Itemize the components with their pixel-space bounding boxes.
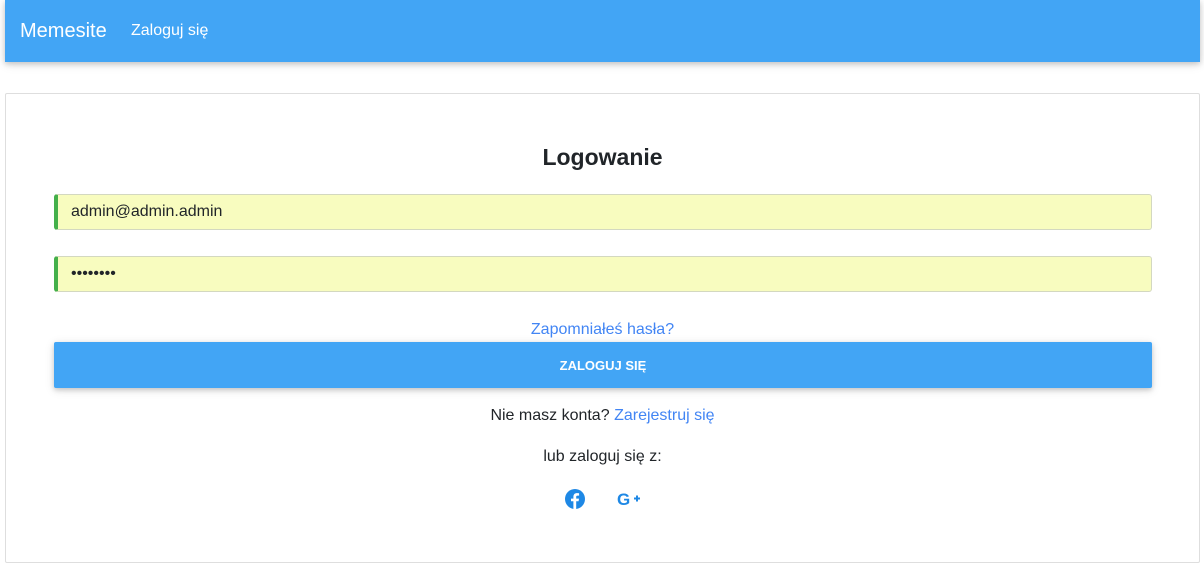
register-link[interactable]: Zarejestruj się [614,407,714,424]
brand-logo[interactable]: Memesite [20,18,107,44]
login-card: Logowanie Zapomniałeś hasła? Zaloguj się… [5,93,1200,563]
alt-login-text: lub zaloguj się z: [543,448,662,465]
google-plus-icon[interactable]: G [616,486,642,512]
page-title: Logowanie [542,144,663,170]
email-field[interactable] [54,194,1152,230]
password-field[interactable] [54,256,1152,292]
svg-text:G: G [617,490,630,509]
no-account-text: Nie masz konta? [490,407,610,424]
nav-login-link[interactable]: Zaloguj się [131,20,208,42]
signup-prompt: Nie masz konta? Zarejestruj się [6,406,1199,426]
top-navbar: Memesite Zaloguj się [5,0,1200,62]
facebook-icon[interactable] [562,486,588,512]
forgot-password-link[interactable]: Zapomniałeś hasła? [6,320,1199,340]
login-button[interactable]: Zaloguj się [54,342,1152,388]
